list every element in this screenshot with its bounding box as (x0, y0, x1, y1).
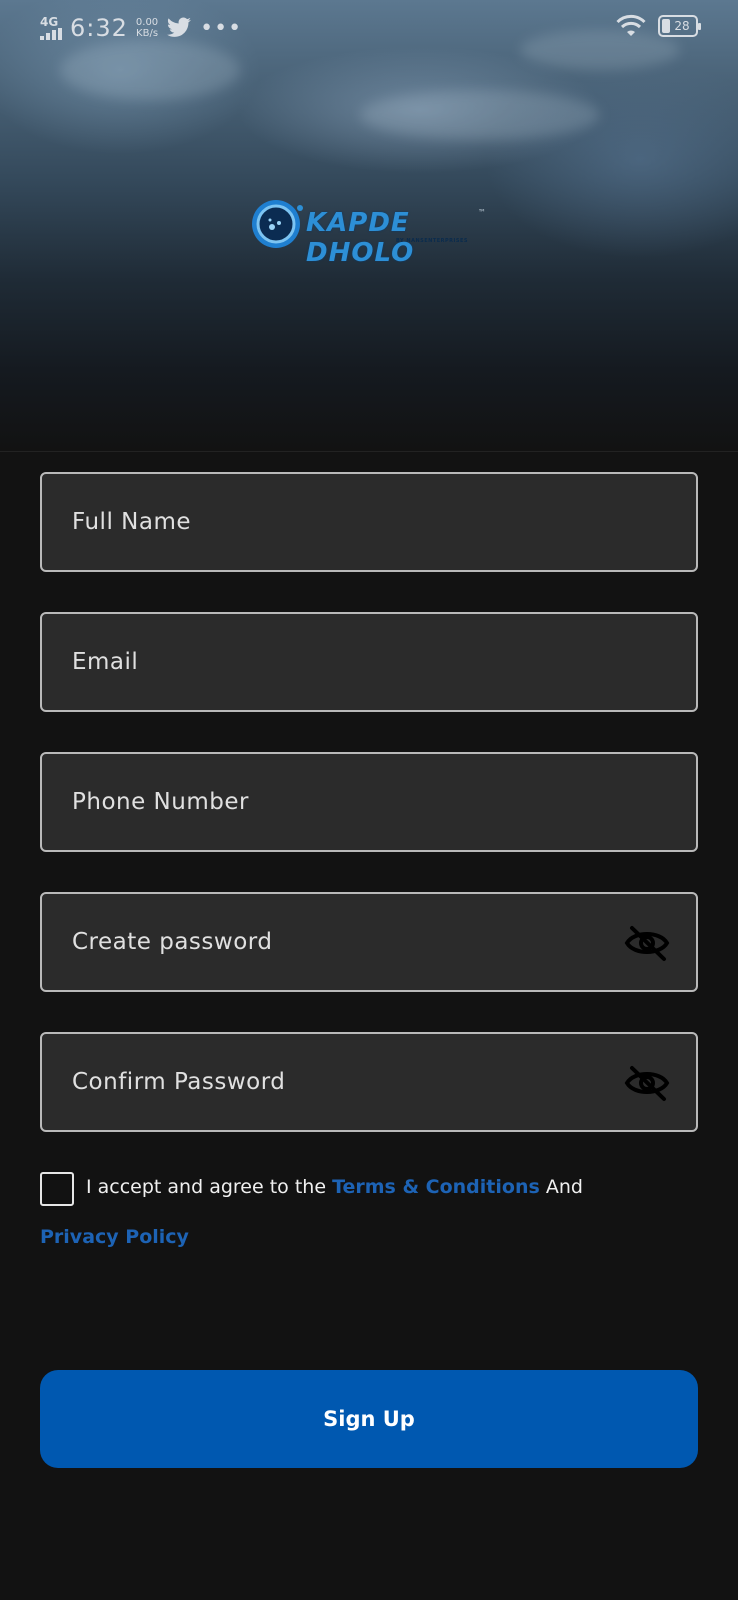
eye-off-icon[interactable] (624, 924, 670, 962)
brand-logo: KAPDE DHOLO ™ BY NANSENTERPRISES (250, 196, 490, 268)
network-type: 4G (40, 15, 59, 29)
privacy-policy-link[interactable]: Privacy Policy (40, 1226, 189, 1248)
terms-prefix: I accept and agree to the (86, 1176, 333, 1198)
overflow-dots-icon: ••• (200, 15, 243, 41)
terms-joiner: And (539, 1176, 583, 1198)
washing-machine-logo-icon (252, 200, 303, 248)
phone-number-field[interactable] (40, 752, 698, 852)
battery-icon: 28 (658, 15, 701, 37)
email-field[interactable] (40, 612, 698, 712)
trademark-symbol: ™ (478, 208, 486, 217)
status-bar: 4G 6:32 0.00 KB/s ••• 28 (0, 0, 738, 58)
battery-level: 28 (674, 19, 690, 33)
terms-conditions-link[interactable]: Terms & Conditions (332, 1176, 540, 1198)
signal-bars-icon (40, 28, 62, 40)
wifi-icon (616, 14, 646, 36)
terms-checkbox[interactable] (40, 1172, 74, 1206)
logo-tagline: BY NANSENTERPRISES (396, 238, 469, 244)
sign-up-button[interactable]: Sign Up (40, 1370, 698, 1468)
signal-indicator: 4G (40, 16, 62, 40)
speed-value: 0.00 (135, 17, 159, 28)
speed-unit: KB/s (136, 28, 159, 39)
confirm-password-field[interactable] (40, 1032, 698, 1132)
clock: 6:32 (70, 14, 128, 42)
twitter-icon (167, 17, 192, 37)
phone-number-input[interactable] (42, 754, 696, 850)
confirm-password-input[interactable] (42, 1034, 696, 1130)
email-input[interactable] (42, 614, 696, 710)
create-password-input[interactable] (42, 894, 696, 990)
eye-off-icon[interactable] (624, 1064, 670, 1102)
full-name-input[interactable] (42, 474, 696, 570)
terms-text: I accept and agree to the Terms & Condit… (86, 1176, 583, 1198)
network-speed: 0.00 KB/s (136, 17, 158, 39)
create-password-field[interactable] (40, 892, 698, 992)
full-name-field[interactable] (40, 472, 698, 572)
cloud-decoration (360, 90, 600, 140)
